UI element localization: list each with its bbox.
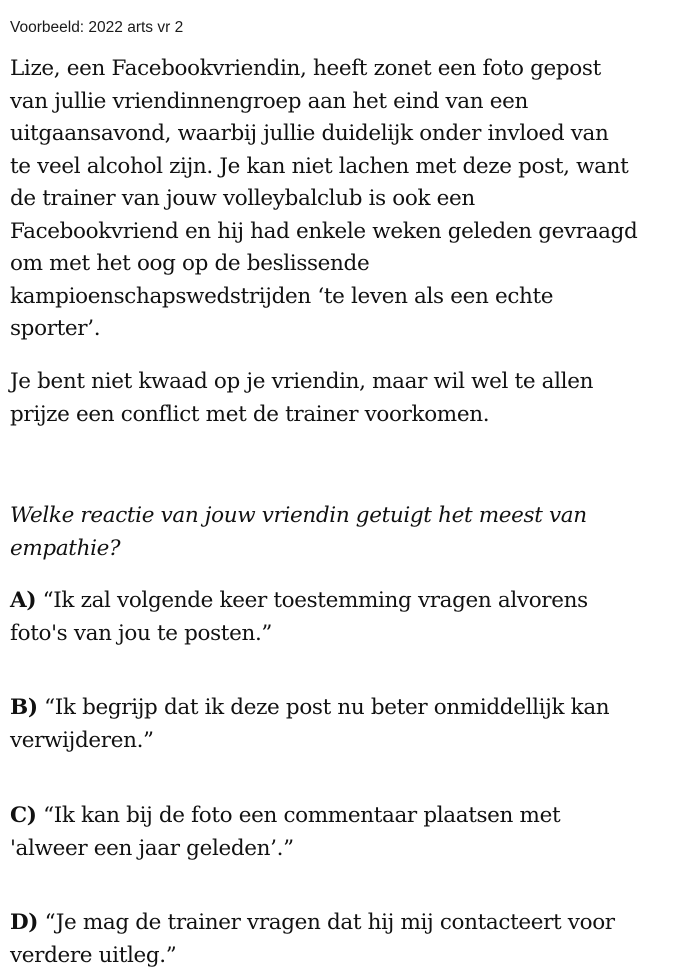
option-d-letter: D) [10,910,39,935]
scenario-line: van jullie vriendinnengroep aan het eind… [10,88,528,114]
option-d-line: verdere uitleg.” [10,942,177,968]
scenario-paragraph: Lize, een Facebookvriendin, heeft zonet … [10,53,638,346]
answer-option-a[interactable]: A) “Ik zal volgende keer toestemming vra… [10,585,588,650]
option-c-letter: C) [10,803,37,828]
option-d-line: D) “Je mag de trainer vragen dat hij mij… [10,907,615,940]
scenario-line: Facebookvriend en hij had enkele weken g… [10,218,638,244]
example-caption: Voorbeeld: 2022 arts vr 2 [10,19,184,36]
option-c-line: C) “Ik kan bij de foto een commentaar pl… [10,800,561,833]
option-d-text: “Je mag de trainer vragen dat hij mij co… [38,910,615,935]
option-a-line: foto's van jou te posten.” [10,620,273,646]
answer-option-b[interactable]: B) “Ik begrijp dat ik deze post nu beter… [10,692,610,757]
constraint-paragraph: Je bent niet kwaad op je vriendin, maar … [10,366,593,431]
scenario-line: om met het oog op de beslissende [10,251,370,276]
question-line: empathie? [10,535,121,561]
scenario-line: te veel alcohol zijn. Je kan niet lachen… [10,153,629,179]
option-a-letter: A) [10,588,37,613]
question-text: Welke reactie van jouw vriendin getuigt … [10,500,587,565]
scenario-line: sporter’. [10,316,101,341]
answer-option-c[interactable]: C) “Ik kan bij de foto een commentaar pl… [10,800,561,865]
scenario-line: uitgaansavond, waarbij jullie duidelijk … [10,121,609,146]
option-a-line: A) “Ik zal volgende keer toestemming vra… [10,585,588,618]
option-c-line: 'alweer een jaar geleden’.” [10,835,294,861]
answer-option-d[interactable]: D) “Je mag de trainer vragen dat hij mij… [10,907,615,972]
question-line: Welke reactie van jouw vriendin getuigt … [10,503,587,528]
option-b-line: verwijderen.” [10,727,154,753]
scenario-line: de trainer van jouw volleybalclub is ook… [10,186,475,211]
option-c-text: “Ik kan bij de foto een commentaar plaat… [36,803,561,828]
constraint-line: Je bent niet kwaad op je vriendin, maar … [10,369,594,394]
option-b-line: B) “Ik begrijp dat ik deze post nu beter… [10,692,610,725]
scenario-line: Lize, een Facebookvriendin, heeft zonet … [10,56,601,81]
constraint-line: prijze een conflict met de trainer voork… [10,401,490,427]
scenario-line: kampioenschapswedstrijden ‘te leven als … [10,283,554,309]
option-a-text: “Ik zal volgende keer toestemming vragen… [36,588,589,613]
option-b-text: “Ik begrijp dat ik deze post nu beter on… [37,695,610,720]
option-b-letter: B) [10,695,38,720]
